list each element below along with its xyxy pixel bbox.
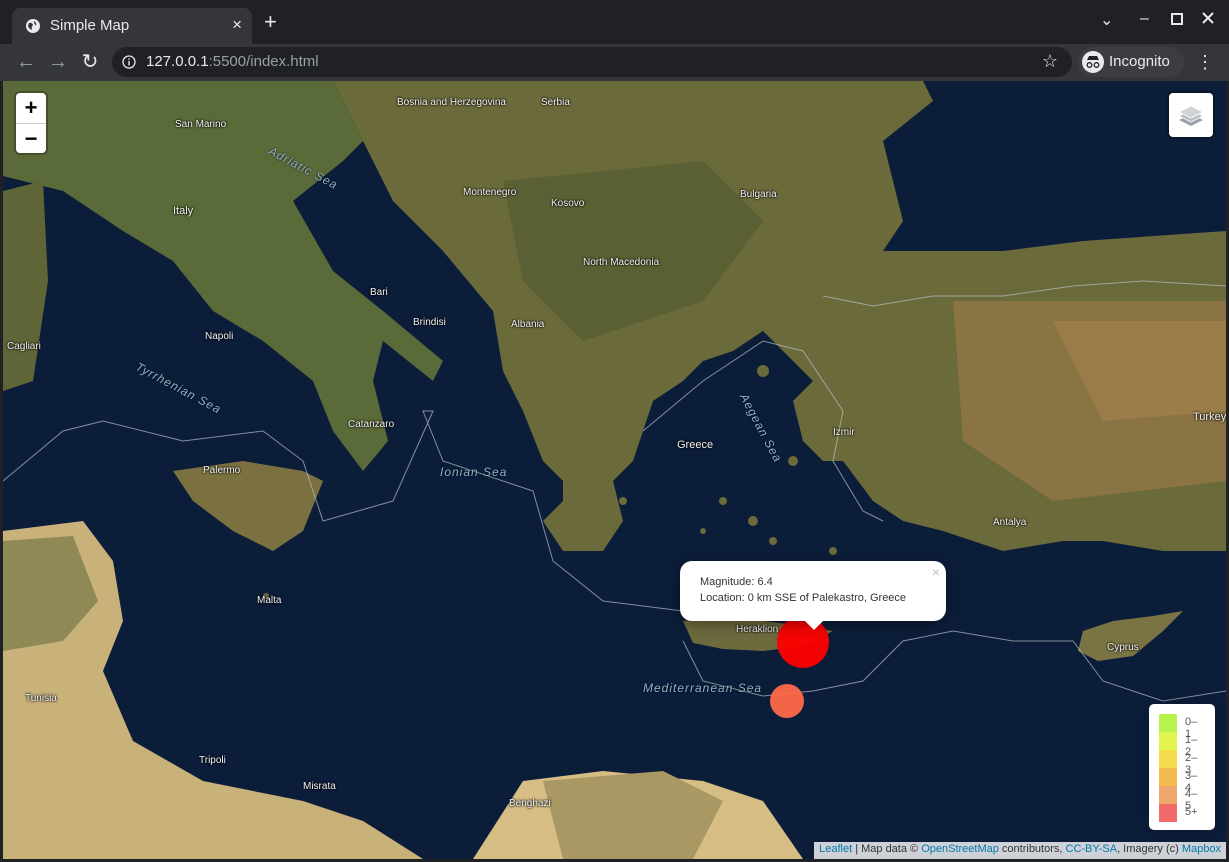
osm-link[interactable]: OpenStreetMap (921, 843, 999, 855)
earthquake-marker-small[interactable] (770, 684, 804, 718)
label-san-marino: San Marino (175, 119, 227, 130)
globe-icon (26, 19, 40, 33)
url-text[interactable]: 127.0.0.1:5500/index.html (146, 53, 319, 70)
label-tunisia: Tunisia (25, 693, 57, 704)
mapbox-link[interactable]: Mapbox (1182, 843, 1221, 855)
incognito-label: Incognito (1109, 53, 1170, 70)
tab-search-chevron-icon[interactable]: ⌄ (1100, 10, 1113, 30)
popup-location: Location: 0 km SSE of Palekastro, Greece (700, 592, 907, 604)
address-bar[interactable]: 127.0.0.1:5500/index.html ☆ (112, 47, 1072, 77)
kebab-menu-icon[interactable]: ⋮ (1196, 52, 1214, 73)
satellite-basemap (3, 81, 1226, 859)
label-malta: Malta (257, 595, 282, 606)
label-bari: Bari (370, 287, 388, 298)
label-north-macedonia: North Macedonia (583, 257, 660, 268)
incognito-icon (1082, 51, 1104, 73)
attribution-text: | Map data © (852, 843, 922, 855)
label-palermo: Palermo (203, 465, 241, 476)
legend-swatch (1159, 804, 1177, 822)
back-icon[interactable]: ← (14, 50, 38, 74)
close-window-icon[interactable] (1202, 11, 1214, 29)
legend-swatch (1159, 786, 1177, 804)
label-kosovo: Kosovo (551, 198, 585, 209)
label-tripoli: Tripoli (199, 755, 226, 766)
zoom-in-button[interactable]: + (16, 93, 46, 123)
attribution-text: , Imagery (c) (1117, 843, 1182, 855)
new-tab-button[interactable]: + (264, 11, 277, 33)
leaflet-link[interactable]: Leaflet (819, 843, 852, 855)
info-icon[interactable] (122, 55, 136, 69)
label-italy: Italy (173, 205, 194, 217)
maximize-icon[interactable] (1171, 12, 1183, 30)
forward-icon[interactable]: → (46, 50, 70, 74)
map-attribution: Leaflet | Map data © OpenStreetMap contr… (814, 842, 1226, 859)
label-misrata: Misrata (303, 781, 336, 792)
label-brindisi: Brindisi (413, 317, 446, 328)
label-napoli: Napoli (205, 331, 234, 342)
browser-toolbar: ← → ↻ 127.0.0.1:5500/index.html ☆ Incogn… (0, 44, 1229, 81)
label-turkey: Turkey (1193, 411, 1226, 423)
label-cagliari: Cagliari (7, 341, 41, 352)
label-serbia: Serbia (541, 97, 570, 108)
legend-swatch (1159, 714, 1177, 732)
layers-icon (1178, 105, 1204, 126)
reload-icon[interactable]: ↻ (78, 50, 102, 74)
legend-swatch (1159, 768, 1177, 786)
label-catanzaro: Catanzaro (348, 419, 395, 430)
legend-swatch (1159, 732, 1177, 750)
legend-label: 5+ (1185, 806, 1198, 818)
browser-titlebar: Simple Map × + ⌄ – (0, 0, 1229, 44)
popup-close-button[interactable]: × (932, 564, 940, 580)
label-izmir: Izmir (833, 427, 855, 438)
tab-title: Simple Map (50, 17, 130, 34)
tab-close-button[interactable]: × (232, 15, 242, 35)
popup-tip (803, 619, 825, 630)
label-montenegro: Montenegro (463, 187, 517, 198)
bookmark-star-icon[interactable]: ☆ (1042, 51, 1058, 72)
label-bulgaria: Bulgaria (740, 189, 777, 200)
label-ionian-sea: Ionian Sea (440, 465, 508, 479)
zoom-control: + − (16, 93, 46, 153)
legend-swatch (1159, 750, 1177, 768)
label-greece: Greece (677, 439, 714, 451)
map-viewport[interactable]: Bosnia and Herzegovina Serbia Bulgaria M… (3, 81, 1226, 859)
attribution-text: contributors, (998, 843, 1066, 855)
label-bosnia: Bosnia and Herzegovina (397, 97, 506, 108)
minimize-icon[interactable]: – (1140, 10, 1149, 28)
popup-magnitude: Magnitude: 6.4 (700, 576, 773, 588)
label-mediterranean-sea: Mediterranean Sea (643, 681, 763, 695)
browser-tab[interactable]: Simple Map × (12, 8, 252, 44)
zoom-out-button[interactable]: − (16, 124, 46, 154)
label-antalya: Antalya (993, 517, 1027, 528)
label-heraklion: Heraklion (736, 624, 779, 635)
label-albania: Albania (511, 319, 545, 330)
label-cyprus: Cyprus (1107, 642, 1139, 653)
incognito-badge[interactable]: Incognito (1078, 47, 1184, 77)
license-link[interactable]: CC-BY-SA (1066, 843, 1118, 855)
magnitude-legend: 0–1 1–2 2–3 3–4 4–5 5+ (1149, 704, 1215, 830)
label-benghazi: Benghazi (509, 798, 551, 809)
layers-control-button[interactable] (1169, 93, 1213, 137)
earthquake-popup: × Magnitude: 6.4 Location: 0 km SSE of P… (680, 561, 946, 630)
